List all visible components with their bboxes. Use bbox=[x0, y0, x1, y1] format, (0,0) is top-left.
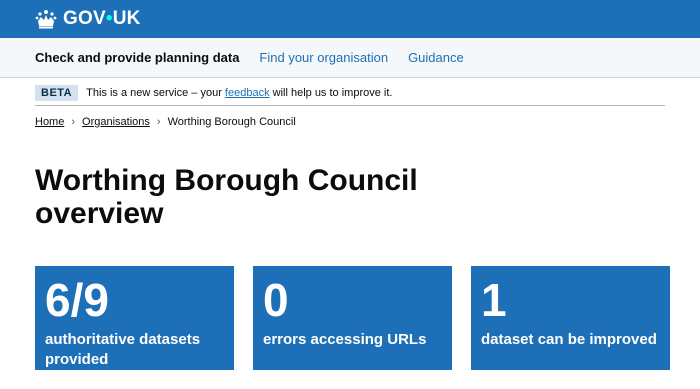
stat-card-authoritative-datasets: 6/9 authoritative datasets provided bbox=[35, 266, 234, 370]
stat-card-datasets-can-be-improved: 1 dataset can be improved bbox=[471, 266, 670, 370]
phase-banner-text: This is a new service – your feedback wi… bbox=[86, 86, 393, 99]
stat-number: 6/9 bbox=[45, 274, 109, 326]
stat-label: authoritative datasets provided bbox=[45, 331, 201, 368]
chevron-right-icon: › bbox=[156, 116, 161, 128]
stat-card-errors-accessing-urls: 0 errors accessing URLs bbox=[253, 266, 452, 370]
stat-number: 1 bbox=[481, 274, 507, 326]
govuk-logo-link[interactable]: GOV•UK bbox=[35, 8, 141, 30]
crown-icon bbox=[35, 10, 57, 29]
stat-number: 0 bbox=[263, 274, 289, 326]
nav-link-guidance[interactable]: Guidance bbox=[408, 50, 464, 65]
stat-label: dataset can be improved bbox=[481, 331, 657, 348]
beta-tag: BETA bbox=[35, 84, 79, 101]
govuk-logo-text: GOV•UK bbox=[63, 8, 141, 29]
chevron-right-icon: › bbox=[71, 116, 76, 128]
nav-link-find-your-organisation[interactable]: Find your organisation bbox=[259, 50, 388, 65]
govuk-header: GOV•UK bbox=[0, 0, 700, 38]
feedback-link[interactable]: feedback bbox=[225, 87, 270, 99]
phase-banner: BETA This is a new service – your feedba… bbox=[35, 80, 665, 106]
breadcrumb-current: Worthing Borough Council bbox=[167, 116, 296, 128]
breadcrumb-organisations[interactable]: Organisations bbox=[82, 116, 150, 128]
stat-label: errors accessing URLs bbox=[263, 331, 427, 348]
service-navigation: Check and provide planning data Find you… bbox=[0, 38, 700, 78]
breadcrumb: Home › Organisations › Worthing Borough … bbox=[35, 116, 296, 128]
service-name[interactable]: Check and provide planning data bbox=[35, 50, 239, 65]
breadcrumb-home[interactable]: Home bbox=[35, 116, 64, 128]
page-title: Worthing Borough Council overview bbox=[35, 164, 418, 230]
